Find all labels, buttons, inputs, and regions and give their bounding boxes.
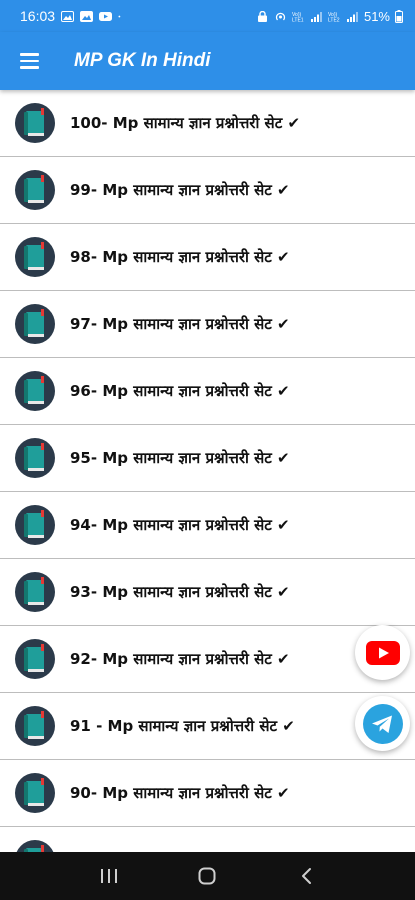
back-button[interactable]	[286, 856, 326, 896]
svg-text:LTE2: LTE2	[328, 17, 340, 22]
book-icon	[15, 639, 55, 679]
item-title: 100- Mp सामान्य ज्ञान प्रश्नोत्तरी सेट ✔	[70, 114, 301, 132]
item-title: 94- Mp सामान्य ज्ञान प्रश्नोत्तरी सेट ✔	[70, 516, 290, 534]
app-title: MP GK In Hindi	[74, 50, 211, 71]
list-item[interactable]	[0, 827, 415, 852]
list-item[interactable]: 93- Mp सामान्य ज्ञान प्रश्नोत्तरी सेट ✔	[0, 559, 415, 626]
book-icon	[15, 304, 55, 344]
home-icon	[198, 867, 216, 885]
hotspot-icon	[275, 12, 286, 20]
app-bar: MP GK In Hindi	[0, 32, 415, 90]
list-item[interactable]: 92- Mp सामान्य ज्ञान प्रश्नोत्तरी सेट ✔	[0, 626, 415, 693]
item-title: 93- Mp सामान्य ज्ञान प्रश्नोत्तरी सेट ✔	[70, 583, 290, 601]
volte-icon: Vo))LTE1	[292, 12, 304, 22]
youtube-button[interactable]	[355, 625, 410, 680]
item-title: 90- Mp सामान्य ज्ञान प्रश्नोत्तरी सेट ✔	[70, 784, 290, 802]
list-item[interactable]: 95- Mp सामान्य ज्ञान प्रश्नोत्तरी सेट ✔	[0, 425, 415, 492]
home-button[interactable]	[187, 856, 227, 896]
status-time: 16:03	[20, 8, 56, 24]
volte-2-icon: Vo))LTE2	[328, 12, 340, 22]
book-icon	[15, 170, 55, 210]
quiz-set-list: 100- Mp सामान्य ज्ञान प्रश्नोत्तरी सेट ✔…	[0, 90, 415, 852]
list-item[interactable]: 99- Mp सामान्य ज्ञान प्रश्नोत्तरी सेट ✔	[0, 157, 415, 224]
system-nav-bar	[0, 852, 415, 900]
book-icon	[15, 572, 55, 612]
back-icon	[301, 868, 311, 884]
list-item[interactable]: 96- Mp सामान्य ज्ञान प्रश्नोत्तरी सेट ✔	[0, 358, 415, 425]
item-title: 98- Mp सामान्य ज्ञान प्रश्नोत्तरी सेट ✔	[70, 248, 290, 266]
telegram-icon	[362, 703, 403, 744]
book-icon	[15, 237, 55, 277]
signal-2-icon	[346, 11, 358, 22]
item-title: 95- Mp सामान्य ज्ञान प्रश्नोत्तरी सेट ✔	[70, 449, 290, 467]
battery-percent: 51%	[363, 8, 390, 24]
list-item[interactable]: 97- Mp सामान्य ज्ञान प्रश्नोत्तरी सेट ✔	[0, 291, 415, 358]
book-icon	[15, 505, 55, 545]
item-title: 97- Mp सामान्य ज्ञान प्रश्नोत्तरी सेट ✔	[70, 315, 290, 333]
status-right: Vo)) LTE1 Vo)) LTE2 51%	[256, 9, 403, 24]
list-item[interactable]: 91 - Mp सामान्य ज्ञान प्रश्नोत्तरी सेट ✔	[0, 693, 415, 760]
book-icon	[15, 371, 55, 411]
lock-icon	[257, 10, 267, 22]
youtube-notification-icon	[99, 11, 113, 21]
book-icon	[15, 438, 55, 478]
recents-button[interactable]	[89, 856, 129, 896]
recents-icon	[101, 869, 118, 883]
item-title: 99- Mp सामान्य ज्ञान प्रश्नोत्तरी सेट ✔	[70, 181, 290, 199]
list-item[interactable]: 100- Mp सामान्य ज्ञान प्रश्नोत्तरी सेट ✔	[0, 90, 415, 157]
book-icon	[16, 840, 54, 852]
dot-icon	[118, 15, 121, 17]
book-icon	[15, 103, 55, 143]
gallery-notification-icon	[80, 10, 94, 22]
list-item[interactable]: 98- Mp सामान्य ज्ञान प्रश्नोत्तरी सेट ✔	[0, 224, 415, 291]
item-title: 91 - Mp सामान्य ज्ञान प्रश्नोत्तरी सेट ✔	[70, 717, 295, 735]
hamburger-icon	[19, 53, 39, 69]
svg-text:LTE1: LTE1	[292, 17, 304, 22]
status-left: 16:03	[20, 8, 124, 24]
item-title: 96- Mp सामान्य ज्ञान प्रश्नोत्तरी सेट ✔	[70, 382, 290, 400]
list-item[interactable]: 94- Mp सामान्य ज्ञान प्रश्नोत्तरी सेट ✔	[0, 492, 415, 559]
item-title: 92- Mp सामान्य ज्ञान प्रश्नोत्तरी सेट ✔	[70, 650, 290, 668]
signal-1-icon	[310, 11, 322, 22]
book-icon	[15, 706, 55, 746]
menu-button[interactable]	[0, 32, 58, 90]
status-bar: 16:03 Vo)) LTE1 Vo)) LTE2 51%	[0, 0, 415, 32]
youtube-icon	[365, 640, 400, 665]
battery-icon	[395, 9, 403, 23]
telegram-button[interactable]	[355, 696, 410, 751]
list-item[interactable]: 90- Mp सामान्य ज्ञान प्रश्नोत्तरी सेट ✔	[0, 760, 415, 827]
book-icon	[15, 773, 55, 813]
image-notification-icon	[61, 10, 75, 22]
